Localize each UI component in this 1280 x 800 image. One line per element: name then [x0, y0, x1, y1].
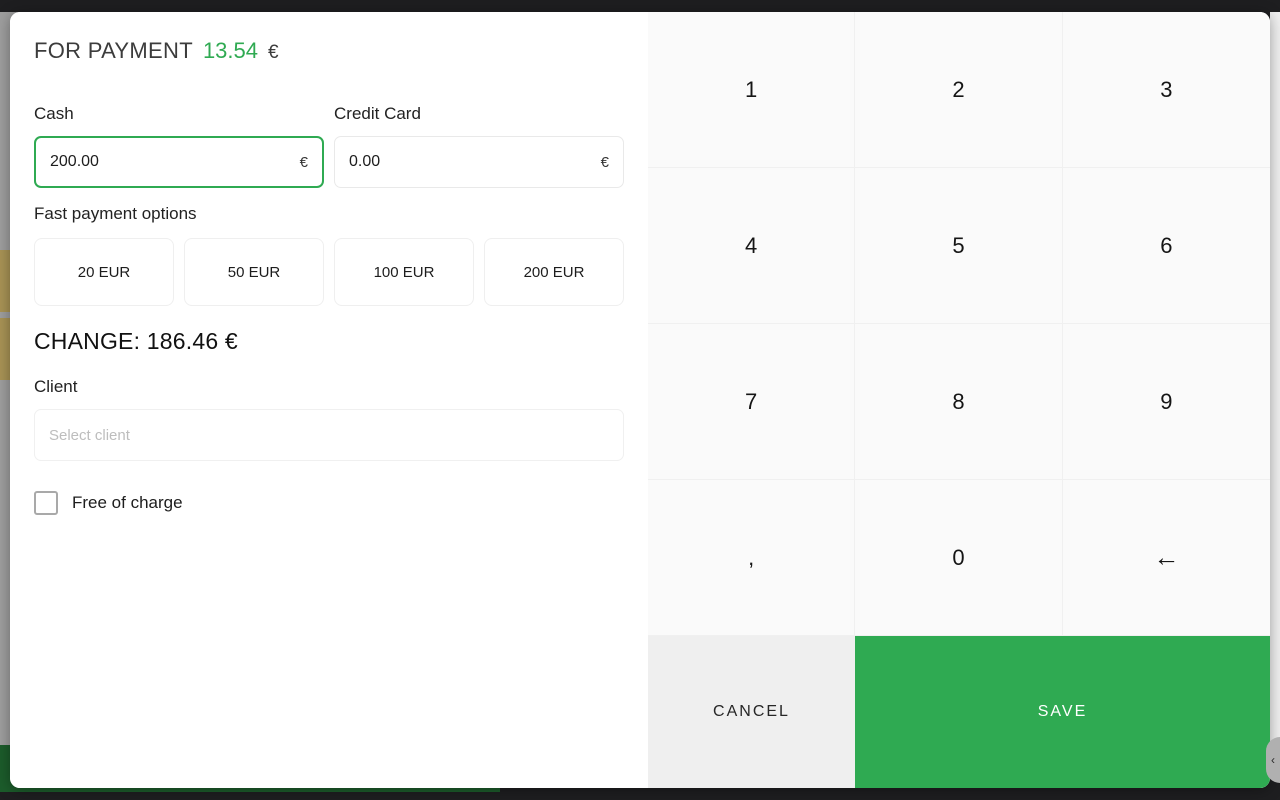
- dialog-actions: CANCEL SAVE: [648, 636, 1270, 788]
- fast-payment-50[interactable]: 50 EUR: [184, 238, 324, 306]
- cancel-button[interactable]: CANCEL: [648, 636, 855, 788]
- client-placeholder: Select client: [49, 426, 130, 444]
- client-label: Client: [34, 377, 78, 396]
- cash-input[interactable]: 200.00 €: [34, 136, 324, 188]
- keypad-panel: 1 2 3 4 5 6 7 8 9 , 0 ← CANCEL SAVE: [648, 12, 1270, 788]
- fast-payment-options: 20 EUR 50 EUR 100 EUR 200 EUR: [34, 238, 624, 306]
- dialog-title: FOR PAYMENT: [34, 38, 193, 63]
- free-of-charge-checkbox[interactable]: [34, 491, 58, 515]
- key-1[interactable]: 1: [648, 12, 856, 168]
- key-backspace-icon[interactable]: ←: [1062, 480, 1270, 636]
- key-3[interactable]: 3: [1062, 12, 1270, 168]
- key-decimal-comma[interactable]: ,: [648, 480, 856, 636]
- numeric-keypad: 1 2 3 4 5 6 7 8 9 , 0 ←: [648, 12, 1270, 636]
- free-of-charge-row[interactable]: Free of charge: [34, 491, 624, 515]
- screen-root: FOR PAYMENT 13.54 € Cash 200.00 € Credit…: [0, 0, 1280, 800]
- chevron-left-icon[interactable]: ‹: [1266, 737, 1280, 783]
- credit-card-input[interactable]: 0.00 €: [334, 136, 624, 188]
- payment-method-fields: Cash 200.00 € Credit Card 0.00 €: [34, 104, 624, 188]
- key-6[interactable]: 6: [1062, 168, 1270, 324]
- dialog-header: FOR PAYMENT 13.54 €: [34, 38, 624, 64]
- key-8[interactable]: 8: [855, 324, 1063, 480]
- fast-payment-label: Fast payment options: [34, 204, 197, 223]
- key-0[interactable]: 0: [855, 480, 1063, 636]
- cash-currency-suffix: €: [299, 153, 308, 171]
- background-right-strip: [1270, 12, 1280, 772]
- cash-input-value: 200.00: [50, 153, 99, 170]
- free-of-charge-label: Free of charge: [72, 493, 183, 512]
- cash-field-group: Cash 200.00 €: [34, 104, 324, 188]
- payment-amount-currency: €: [268, 42, 279, 63]
- payment-amount: 13.54: [202, 38, 258, 63]
- key-2[interactable]: 2: [855, 12, 1063, 168]
- key-5[interactable]: 5: [855, 168, 1063, 324]
- credit-card-label: Credit Card: [334, 104, 421, 123]
- change-due: CHANGE: 186.46 €: [34, 328, 238, 354]
- payment-form-panel: FOR PAYMENT 13.54 € Cash 200.00 € Credit…: [10, 12, 648, 788]
- key-7[interactable]: 7: [648, 324, 856, 480]
- cash-label: Cash: [34, 104, 74, 123]
- fast-payment-100[interactable]: 100 EUR: [334, 238, 474, 306]
- credit-card-input-value: 0.00: [349, 153, 381, 170]
- key-9[interactable]: 9: [1062, 324, 1270, 480]
- credit-card-field-group: Credit Card 0.00 €: [334, 104, 624, 188]
- payment-dialog: FOR PAYMENT 13.54 € Cash 200.00 € Credit…: [10, 12, 1270, 788]
- client-select[interactable]: Select client: [34, 409, 624, 461]
- save-button[interactable]: SAVE: [855, 636, 1270, 788]
- fast-payment-20[interactable]: 20 EUR: [34, 238, 174, 306]
- key-4[interactable]: 4: [648, 168, 856, 324]
- fast-payment-200[interactable]: 200 EUR: [484, 238, 624, 306]
- credit-card-currency-suffix: €: [600, 153, 609, 171]
